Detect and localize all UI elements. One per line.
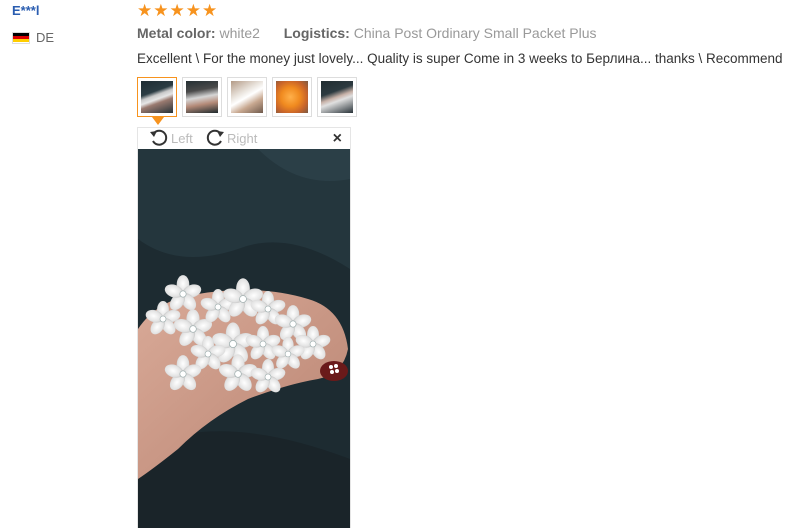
photo-thumbnails xyxy=(137,77,357,125)
star-rating: ★ ★ ★ ★ ★ xyxy=(137,2,217,19)
logistics-label: Logistics: xyxy=(283,25,350,41)
review-text: Excellent \ For the money just lovely...… xyxy=(137,51,783,66)
photo-thumbnail[interactable] xyxy=(272,77,312,117)
country-code: DE xyxy=(36,30,55,45)
rotate-right-label: Right xyxy=(227,130,258,146)
metal-color-label: Metal color: xyxy=(137,25,216,41)
metal-color-value: white2 xyxy=(219,25,260,41)
rotate-left-icon xyxy=(150,129,168,146)
order-meta: Metal color: white2 Logistics: China Pos… xyxy=(137,25,597,41)
reviewer-country: DE xyxy=(12,30,54,45)
review-photo xyxy=(138,149,350,528)
star-icon: ★ xyxy=(185,1,201,20)
rotate-left-label: Left xyxy=(171,130,193,146)
star-icon: ★ xyxy=(202,1,218,20)
photo-thumbnail[interactable] xyxy=(182,77,222,117)
reviewer-name[interactable]: E***l xyxy=(12,3,39,18)
star-icon: ★ xyxy=(153,1,169,20)
rotate-right-button[interactable]: Right xyxy=(204,128,257,148)
photo-thumbnail[interactable] xyxy=(227,77,267,117)
review-photo-image xyxy=(138,149,350,528)
close-viewer-button[interactable]: × xyxy=(333,130,342,148)
star-icon: ★ xyxy=(137,1,153,20)
rotate-right-icon xyxy=(206,129,224,146)
viewer-toolbar: Left Right × xyxy=(138,128,350,149)
logistics-value: China Post Ordinary Small Packet Plus xyxy=(353,25,597,41)
photo-thumbnail[interactable] xyxy=(137,77,177,125)
photo-thumbnail[interactable] xyxy=(317,77,357,117)
star-icon: ★ xyxy=(169,1,185,20)
rotate-left-button[interactable]: Left xyxy=(148,128,193,148)
germany-flag-icon xyxy=(12,31,30,44)
photo-viewer: Left Right × xyxy=(137,127,351,528)
